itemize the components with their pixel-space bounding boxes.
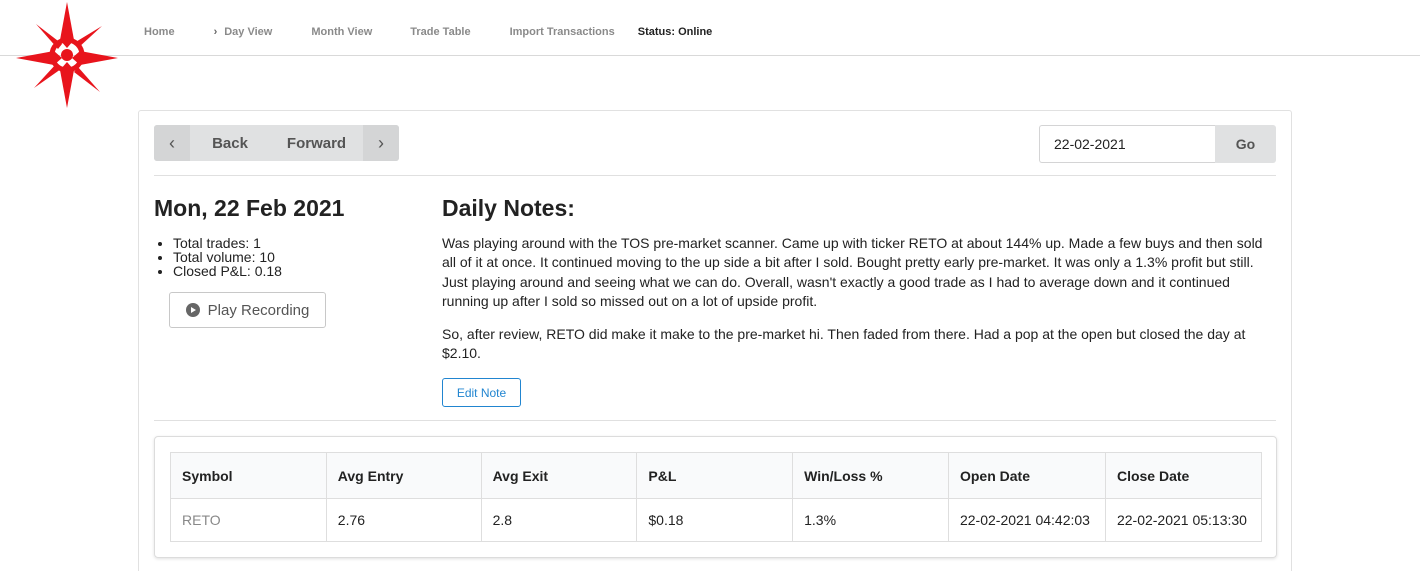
cell-symbol-link[interactable]: RETO xyxy=(170,498,327,542)
cell-open-date: 22-02-2021 04:42:03 xyxy=(947,498,1106,542)
col-header-avg-entry[interactable]: Avg Entry xyxy=(325,452,482,499)
nav-menu: Home › Day View Month View Trade Table Im… xyxy=(144,26,712,38)
day-stats: Total trades: 1 Total volume: 10 Closed … xyxy=(173,236,282,278)
go-button[interactable]: Go xyxy=(1215,125,1276,163)
table-row: RETO 2.76 2.8 $0.18 1.3% 22-02-2021 04:4… xyxy=(170,498,1263,542)
stat-total-trades: Total trades: 1 xyxy=(173,236,282,250)
date-picker-form: Go xyxy=(1039,125,1276,163)
date-input[interactable] xyxy=(1039,125,1215,163)
stat-closed-pnl: Closed P&L: 0.18 xyxy=(173,264,282,278)
cell-close-date: 22-02-2021 05:13:30 xyxy=(1104,498,1263,542)
chevron-right-icon: › xyxy=(213,26,218,38)
notes-paragraph: Was playing around with the TOS pre-mark… xyxy=(442,235,1263,310)
nav-day-view[interactable]: › Day View xyxy=(214,26,273,38)
col-header-win-loss[interactable]: Win/Loss % xyxy=(792,452,949,499)
edit-note-button[interactable]: Edit Note xyxy=(442,378,521,407)
divider xyxy=(154,175,1276,176)
trades-table: Symbol Avg Entry Avg Exit P&L Win/Loss %… xyxy=(170,452,1263,542)
status-indicator: Status: Online xyxy=(637,26,713,38)
stat-total-volume: Total volume: 10 xyxy=(173,250,282,264)
top-nav: Home › Day View Month View Trade Table Im… xyxy=(0,0,1420,108)
date-navigation: ‹ Back Forward › xyxy=(154,125,399,161)
day-title: Mon, 22 Feb 2021 xyxy=(154,195,345,221)
nav-import-transactions[interactable]: Import Transactions xyxy=(510,26,615,38)
notes-body: Was playing around with the TOS pre-mark… xyxy=(442,234,1278,376)
forward-button[interactable]: Forward xyxy=(270,135,363,152)
trades-card: Symbol Avg Entry Avg Exit P&L Win/Loss %… xyxy=(154,436,1277,558)
nav-trade-table[interactable]: Trade Table xyxy=(410,26,470,38)
col-header-avg-exit[interactable]: Avg Exit xyxy=(480,452,638,499)
notes-title: Daily Notes: xyxy=(442,195,575,221)
table-header-row: Symbol Avg Entry Avg Exit P&L Win/Loss %… xyxy=(170,452,1263,499)
notes-paragraph: So, after review, RETO did make it make … xyxy=(442,325,1246,362)
col-header-close-date[interactable]: Close Date xyxy=(1104,452,1263,499)
play-recording-button[interactable]: Play Recording xyxy=(169,292,326,328)
play-icon xyxy=(185,303,200,317)
col-header-symbol[interactable]: Symbol xyxy=(170,452,327,499)
play-recording-label: Play Recording xyxy=(207,301,310,319)
back-button[interactable]: Back xyxy=(190,135,270,152)
cell-avg-entry: 2.76 xyxy=(325,498,482,542)
nav-month-view[interactable]: Month View xyxy=(311,26,372,38)
chevron-left-icon[interactable]: ‹ xyxy=(154,125,190,161)
col-header-pnl[interactable]: P&L xyxy=(636,452,794,499)
chevron-right-icon[interactable]: › xyxy=(363,125,399,161)
col-header-open-date[interactable]: Open Date xyxy=(947,452,1106,499)
day-panel: ‹ Back Forward › Go Mon, 22 Feb 2021 Tot… xyxy=(138,110,1292,571)
nav-home[interactable]: Home xyxy=(144,26,175,38)
cell-avg-exit: 2.8 xyxy=(480,498,638,542)
logo-icon[interactable] xyxy=(16,2,118,108)
nav-day-view-label: Day View xyxy=(224,26,273,38)
cell-pnl: $0.18 xyxy=(636,498,794,542)
cell-win-loss: 1.3% xyxy=(792,498,949,542)
divider xyxy=(154,420,1276,421)
